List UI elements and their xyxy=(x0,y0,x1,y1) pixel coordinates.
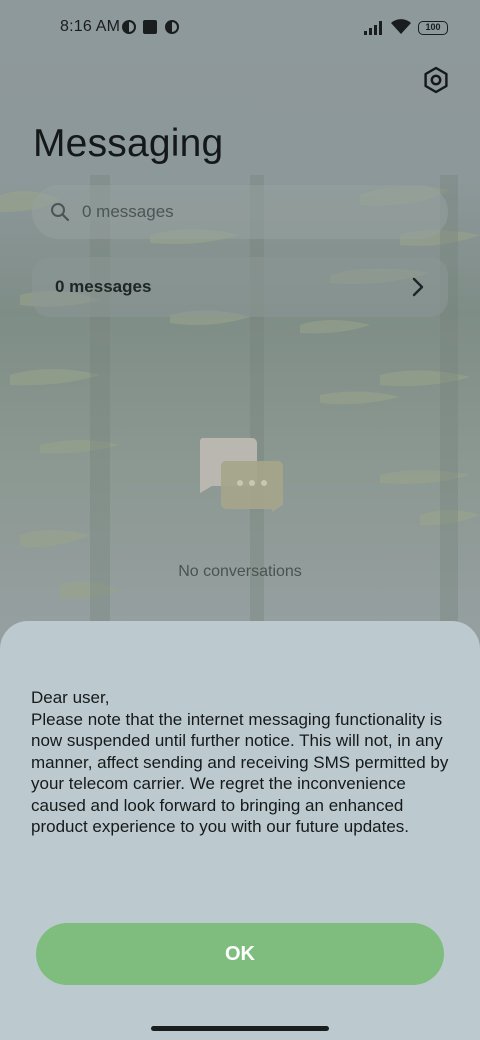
status-bar: 8:16 AM 100 xyxy=(0,0,480,56)
page-title: Messaging xyxy=(33,122,224,165)
notification-app-icon xyxy=(165,20,179,34)
notification-square-icon xyxy=(143,20,157,34)
messages-row[interactable]: 0 messages xyxy=(32,257,448,317)
status-time: 8:16 AM xyxy=(60,18,121,35)
chevron-right-icon xyxy=(412,277,424,297)
settings-hexagon-icon xyxy=(424,66,448,94)
battery-icon: 100 xyxy=(418,21,448,35)
ok-button[interactable]: OK xyxy=(36,923,444,985)
chat-bubbles-icon xyxy=(199,438,283,512)
battery-level: 100 xyxy=(425,22,441,32)
search-icon xyxy=(51,203,70,222)
home-indicator[interactable] xyxy=(151,1026,329,1031)
search-input[interactable] xyxy=(82,199,422,225)
wifi-icon xyxy=(391,19,411,34)
suspension-dialog: Dear user, Please note that the internet… xyxy=(0,621,480,1040)
dialog-message: Dear user, Please note that the internet… xyxy=(31,688,449,836)
settings-button[interactable] xyxy=(420,64,452,96)
notification-app-icon xyxy=(122,20,136,34)
signal-icon xyxy=(364,21,382,35)
messages-row-label: 0 messages xyxy=(55,277,152,296)
search-bar[interactable] xyxy=(32,185,448,239)
empty-state-text: No conversations xyxy=(178,563,302,580)
